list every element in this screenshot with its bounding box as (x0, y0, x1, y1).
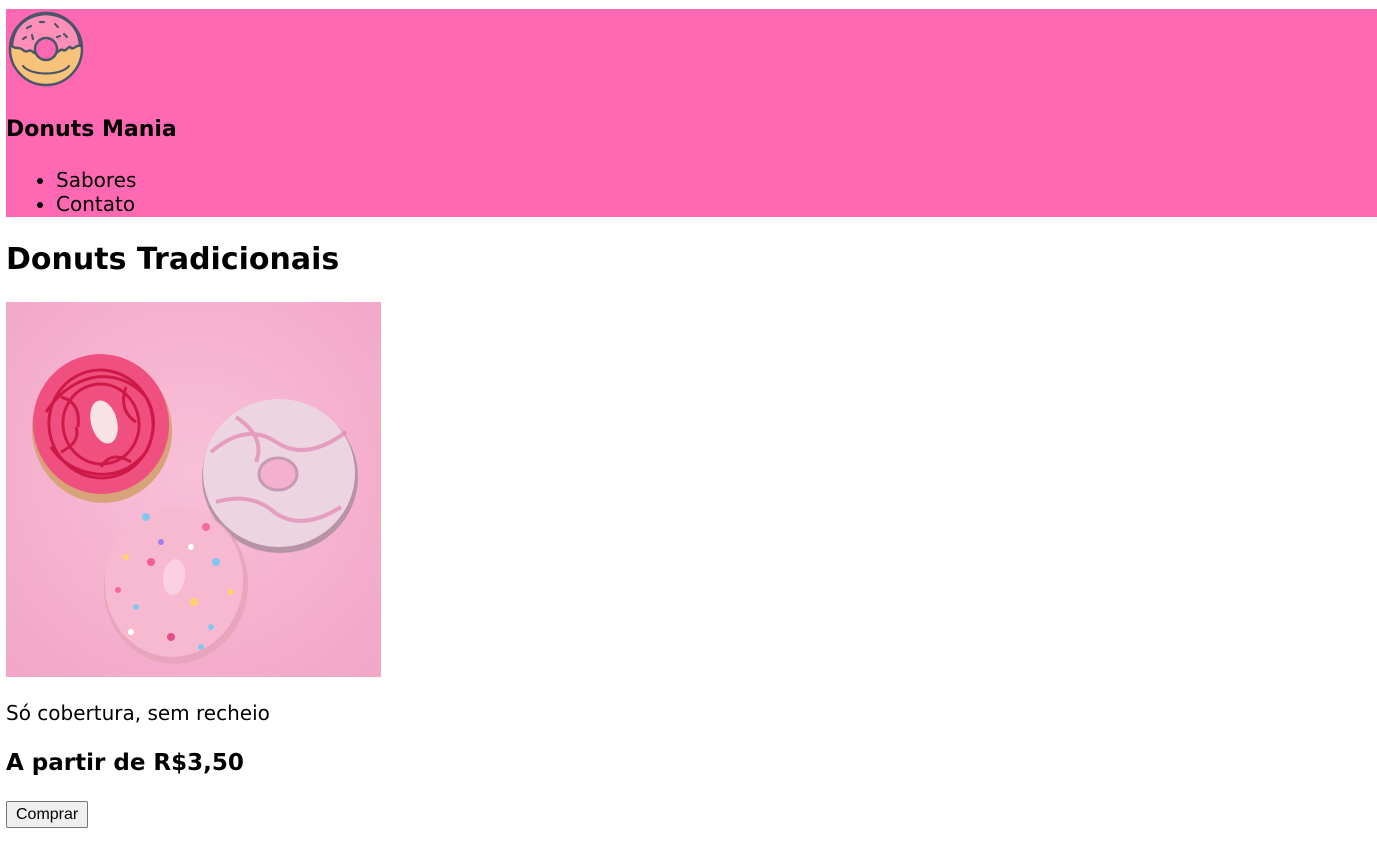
section-title: Donuts Tradicionais (6, 242, 340, 277)
brand-name: Donuts Mania (6, 117, 177, 142)
product-price: A partir de R$3,50 (6, 750, 244, 776)
nav-item-sabores: Sabores (56, 168, 136, 192)
product-image (6, 302, 381, 677)
nav-item-contato: Contato (56, 192, 136, 216)
buy-button[interactable]: Comprar (6, 801, 89, 828)
nav-list: Sabores Contato (6, 168, 136, 216)
page: Donuts Mania Sabores Contato Donuts Trad… (0, 0, 1377, 842)
nav-link-contato[interactable]: Contato (56, 192, 135, 216)
site-header: Donuts Mania Sabores Contato (6, 9, 1377, 217)
donut-logo-icon (8, 11, 84, 87)
product-description: Só cobertura, sem recheio (6, 701, 270, 725)
nav-link-sabores[interactable]: Sabores (56, 168, 136, 192)
